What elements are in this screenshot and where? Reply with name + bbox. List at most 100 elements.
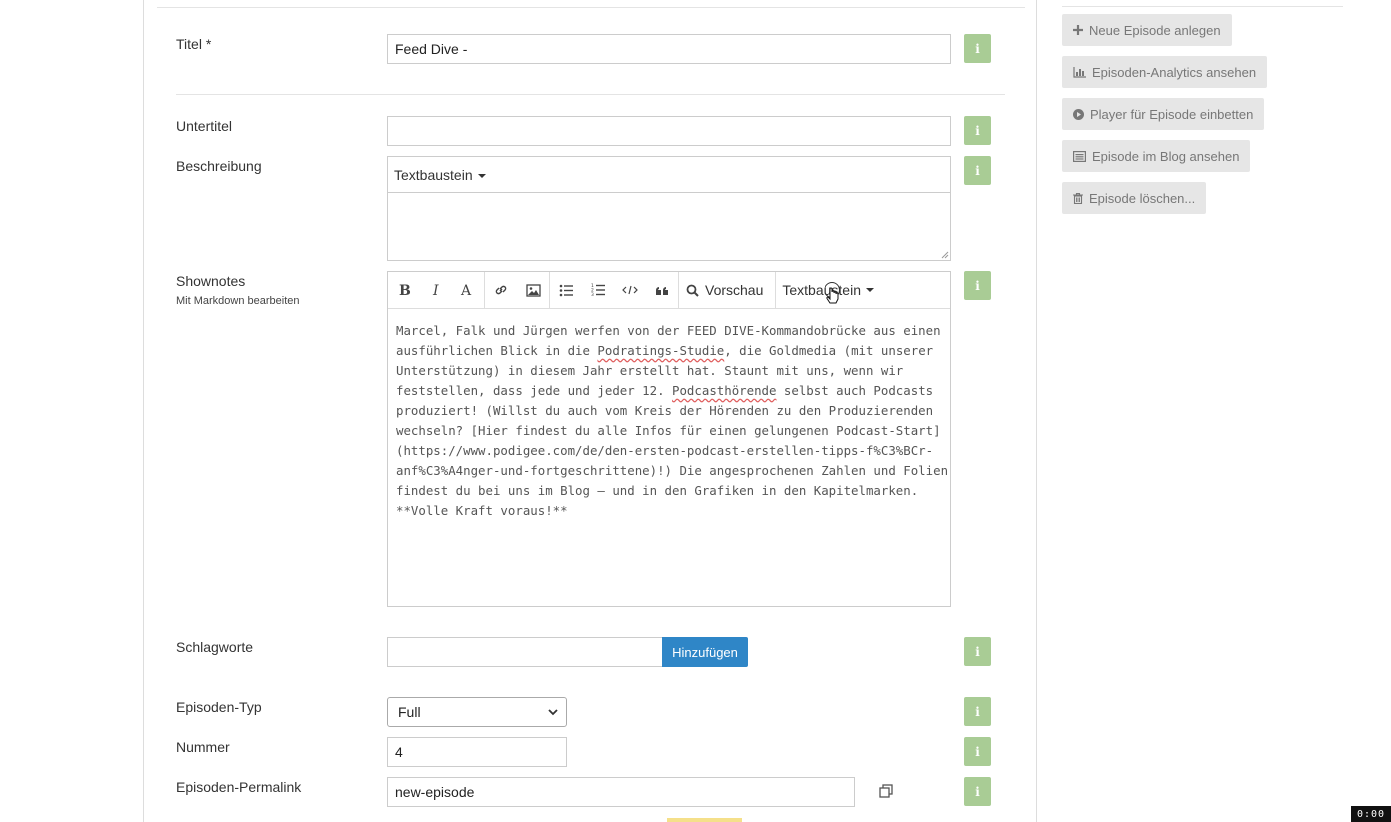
text-line: findest du bei uns im Blog – und in den … — [396, 483, 919, 498]
title-label: Titel * — [176, 36, 212, 52]
title-info-button[interactable]: i — [964, 34, 991, 63]
toolbar-group-blocks: 123 — [550, 271, 679, 309]
text-line: ausführlichen Blick in die — [396, 343, 598, 358]
copy-icon[interactable] — [879, 784, 894, 799]
trash-icon — [1073, 192, 1083, 204]
description-snippet-dropdown[interactable]: Textbaustein — [394, 167, 486, 183]
view-in-blog-button[interactable]: Episode im Blog ansehen — [1062, 140, 1251, 172]
shownotes-markdown-hint: Mit Markdown bearbeiten — [176, 295, 300, 307]
preview-label: Vorschau — [705, 282, 764, 298]
episode-type-select[interactable]: Full — [387, 697, 567, 727]
episode-analytics-label: Episoden-Analytics ansehen — [1092, 64, 1257, 80]
title-input[interactable]: Feed Dive - — [387, 34, 951, 64]
svg-text:A: A — [460, 283, 472, 297]
snippet-label: Textbaustein — [782, 282, 861, 298]
text-line: anf%C3%A4nger-und-fortgeschrittene)!) Di… — [396, 463, 949, 478]
sidebar-divider — [1062, 6, 1343, 7]
info-icon: i — [975, 163, 980, 178]
bar-chart-icon — [1073, 66, 1086, 78]
permalink-info-button[interactable]: i — [964, 777, 991, 806]
embed-player-button[interactable]: Player für Episode einbetten — [1062, 98, 1265, 130]
toolbar-group-format: B I A — [388, 271, 485, 309]
permalink-label: Episoden-Permalink — [176, 779, 302, 795]
delete-episode-button[interactable]: Episode löschen... — [1062, 182, 1207, 214]
text-line: (https://www.podigee.com/de/den-ersten-p… — [396, 443, 934, 458]
heading-icon[interactable]: A — [452, 272, 484, 309]
number-input[interactable]: 4 — [387, 737, 567, 767]
text-line: produziert! (Willst du auch vom Kreis de… — [396, 403, 934, 418]
ordered-list-icon[interactable]: 123 — [582, 272, 614, 309]
image-icon[interactable] — [517, 272, 549, 309]
tags-info-button[interactable]: i — [964, 637, 991, 666]
description-textarea[interactable] — [388, 193, 950, 260]
snippet-label: Textbaustein — [394, 166, 473, 183]
subtitle-label: Untertitel — [176, 118, 233, 134]
number-label: Nummer — [176, 739, 230, 755]
description-toolbar: Textbaustein — [388, 157, 950, 193]
tags-label: Schlagworte — [176, 639, 254, 655]
bold-icon[interactable]: B — [388, 272, 420, 309]
episode-type-label: Episoden-Typ — [176, 699, 262, 715]
number-info-button[interactable]: i — [964, 737, 991, 766]
info-icon: i — [975, 123, 980, 138]
spellcheck-word: Podratings-Studie — [597, 343, 725, 358]
svg-text:B: B — [399, 283, 411, 297]
code-icon[interactable] — [614, 272, 646, 309]
text-line: **Volle Kraft voraus!** — [396, 503, 568, 518]
text-line: wechseln? [Hier findest du alle Infos fü… — [396, 423, 941, 438]
plus-icon — [1073, 25, 1083, 35]
chevron-down-icon — [548, 708, 558, 715]
divider — [176, 94, 1005, 95]
italic-icon[interactable]: I — [420, 272, 452, 309]
caret-down-icon — [865, 288, 874, 292]
preview-button[interactable]: Vorschau — [679, 271, 777, 309]
info-icon: i — [975, 704, 980, 719]
info-icon: i — [975, 644, 980, 659]
markdown-toolbar: B I A 123 Vorschau Textbaustein — [388, 271, 950, 309]
description-editor: Textbaustein — [387, 156, 951, 261]
embed-player-label: Player für Episode einbetten — [1090, 106, 1254, 122]
description-info-button[interactable]: i — [964, 156, 991, 185]
text-line: , die Goldmedia (mit unserer — [724, 343, 934, 358]
delete-episode-label: Episode löschen... — [1089, 190, 1196, 206]
info-icon: i — [975, 278, 980, 293]
permalink-input[interactable]: new-episode — [387, 777, 855, 807]
info-icon: i — [975, 784, 980, 799]
list-alt-icon — [1073, 150, 1086, 162]
shownotes-info-button[interactable]: i — [964, 271, 991, 300]
caret-down-icon — [477, 173, 486, 178]
new-episode-label: Neue Episode anlegen — [1089, 22, 1221, 38]
info-icon: i — [975, 41, 980, 56]
divider — [157, 7, 1025, 8]
text-line: selbst auch Podcasts — [776, 383, 934, 398]
text-line: feststellen, dass jede und jeder 12. — [396, 383, 673, 398]
shownotes-label: Shownotes — [176, 273, 246, 289]
quote-icon[interactable] — [646, 272, 678, 309]
spellcheck-word: Podcasthörende — [672, 383, 777, 398]
toolbar-group-insert — [485, 271, 550, 309]
tags-input[interactable] — [387, 637, 663, 667]
description-label: Beschreibung — [176, 158, 262, 174]
shownotes-textarea[interactable]: Marcel, Falk und Jürgen werfen von der F… — [388, 309, 950, 533]
new-episode-button[interactable]: Neue Episode anlegen — [1062, 14, 1232, 46]
view-in-blog-label: Episode im Blog ansehen — [1092, 148, 1240, 164]
permalink-hint — [387, 816, 747, 822]
info-icon: i — [975, 744, 980, 759]
search-icon — [679, 272, 705, 309]
episode-analytics-button[interactable]: Episoden-Analytics ansehen — [1062, 56, 1268, 88]
text-line: Marcel, Falk und Jürgen werfen von der F… — [396, 323, 941, 338]
svg-text:I: I — [432, 283, 439, 297]
text-line: Unterstützung) in diesem Jahr erstellt h… — [396, 363, 904, 378]
highlight — [667, 818, 742, 822]
hand-cursor-icon — [825, 282, 840, 304]
episode-type-value: Full — [398, 704, 421, 720]
add-tag-button[interactable]: Hinzufügen — [662, 637, 748, 667]
episode-type-info-button[interactable]: i — [964, 697, 991, 726]
link-icon[interactable] — [485, 272, 517, 309]
subtitle-input[interactable] — [387, 116, 951, 146]
subtitle-info-button[interactable]: i — [964, 116, 991, 145]
svg-text:3: 3 — [591, 292, 594, 297]
unordered-list-icon[interactable] — [550, 272, 582, 309]
resize-handle-icon[interactable] — [941, 251, 949, 259]
shownotes-markdown-editor: B I A 123 Vorschau Textbaustein Marcel, … — [387, 271, 951, 607]
